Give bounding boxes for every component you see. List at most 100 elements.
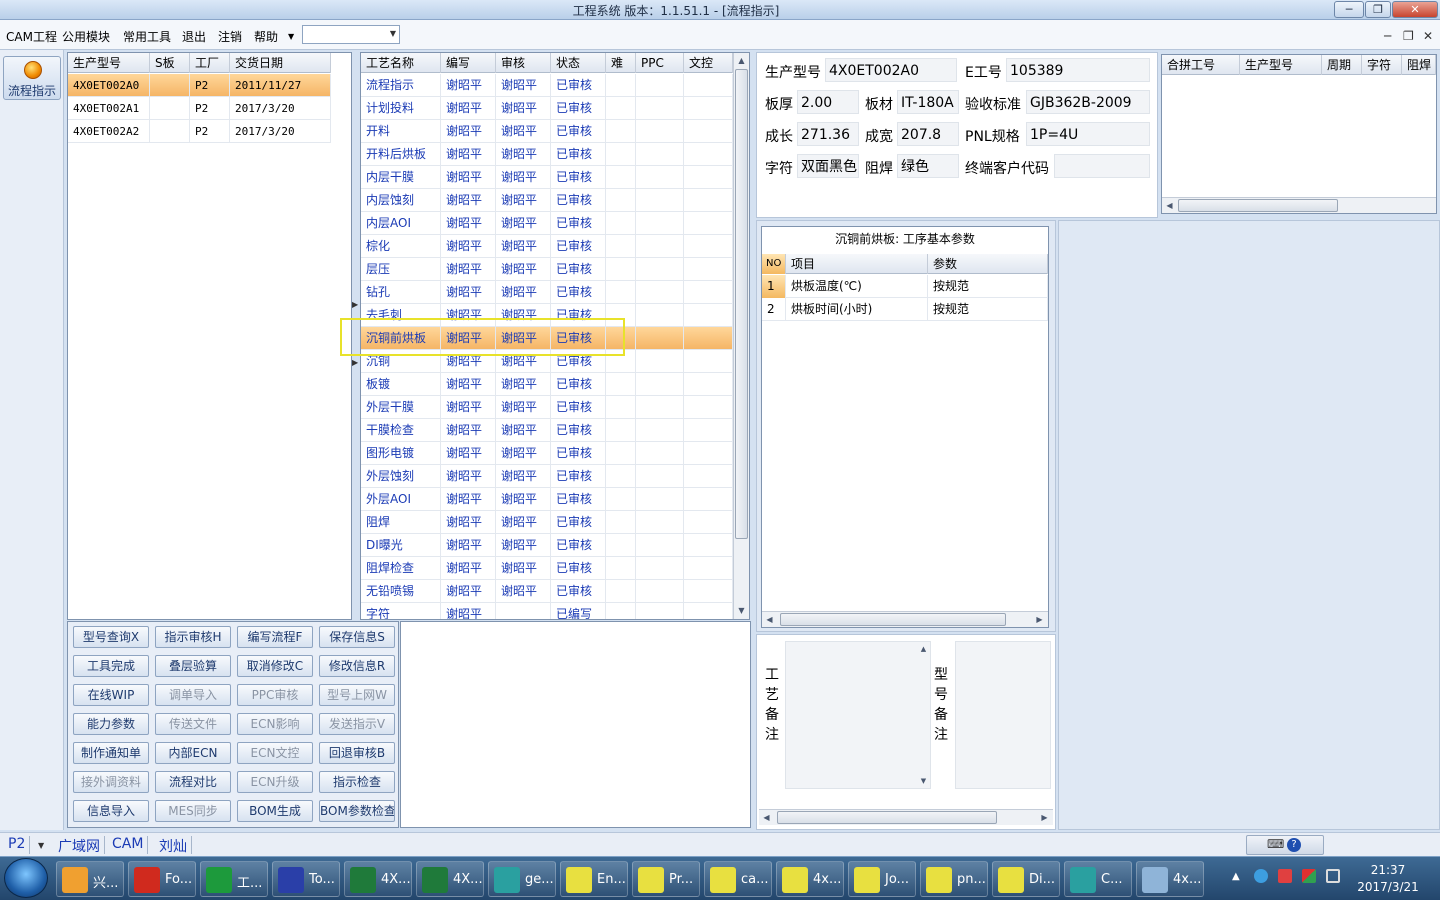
params-hscroll[interactable]: ◀ ▶ <box>762 611 1048 627</box>
scroll-right-icon[interactable]: ▶ <box>1037 810 1052 825</box>
table-row[interactable]: 2 烘板时间(小时) 按规范 <box>762 298 1048 321</box>
start-button[interactable] <box>4 858 48 898</box>
table-row[interactable]: 4X0ET002A2 P2 2017/3/20 <box>68 120 331 143</box>
table-row[interactable]: 4X0ET002A1 P2 2017/3/20 <box>68 97 331 120</box>
mdi-restore-icon[interactable]: ❐ <box>1403 29 1414 43</box>
field-material[interactable]: IT-180A <box>897 90 959 114</box>
action-button[interactable]: MES同步 <box>155 800 231 822</box>
col-ppc[interactable]: PPC <box>636 53 684 73</box>
scroll-left-icon[interactable]: ◀ <box>759 810 774 825</box>
col-merge-cycle[interactable]: 周期 <box>1322 55 1362 75</box>
keyboard-icon[interactable]: ⌨ <box>1267 837 1284 851</box>
chevron-down-icon[interactable]: ▼ <box>38 841 44 850</box>
action-button[interactable]: 保存信息S <box>319 626 395 648</box>
table-row[interactable]: 外层干膜 谢昭平 谢昭平 已审核 <box>361 396 733 419</box>
taskbar-button[interactable]: En... <box>560 861 628 897</box>
action-button[interactable]: PPC审核 <box>237 684 313 706</box>
scroll-right-icon[interactable]: ▶ <box>1032 612 1047 627</box>
process-note-field[interactable]: ▲ ▼ <box>785 641 931 789</box>
action-button[interactable]: 调单导入 <box>155 684 231 706</box>
table-row[interactable]: 棕化 谢昭平 谢昭平 已审核 <box>361 235 733 258</box>
scroll-left-icon[interactable]: ◀ <box>1162 198 1177 213</box>
action-button[interactable]: 型号上网W <box>319 684 395 706</box>
action-button[interactable]: 在线WIP <box>73 684 149 706</box>
scroll-down-icon[interactable]: ▼ <box>734 603 749 618</box>
clock[interactable]: 21:37 2017/3/21 <box>1352 862 1424 896</box>
action-button[interactable]: 工具完成 <box>73 655 149 677</box>
col-factory[interactable]: 工厂 <box>190 53 230 73</box>
action-button[interactable]: 流程对比 <box>155 771 231 793</box>
action-button[interactable]: ECN影响 <box>237 713 313 735</box>
field-product[interactable]: 4X0ET002A0 <box>825 58 957 82</box>
table-row[interactable]: 内层AOI 谢昭平 谢昭平 已审核 <box>361 212 733 235</box>
taskbar-button[interactable]: Fo... <box>128 861 196 897</box>
table-row[interactable]: 阻焊 谢昭平 谢昭平 已审核 <box>361 511 733 534</box>
table-row[interactable]: 内层干膜 谢昭平 谢昭平 已审核 <box>361 166 733 189</box>
monitor-tray-icon[interactable] <box>1326 869 1340 883</box>
table-row[interactable]: 外层AOI 谢昭平 谢昭平 已审核 <box>361 488 733 511</box>
close-button[interactable]: ✕ <box>1392 1 1438 18</box>
field-thickness[interactable]: 2.00 <box>797 90 859 114</box>
mdi-close-icon[interactable]: ✕ <box>1423 29 1433 43</box>
taskbar-button[interactable]: 4X... <box>416 861 484 897</box>
action-button[interactable]: 回退审核B <box>319 742 395 764</box>
action-button[interactable]: ECN升级 <box>237 771 313 793</box>
table-row[interactable]: 开料 谢昭平 谢昭平 已审核 <box>361 120 733 143</box>
action-button[interactable]: 传送文件 <box>155 713 231 735</box>
col-param[interactable]: 参数 <box>928 254 1048 274</box>
taskbar-button[interactable]: To... <box>272 861 340 897</box>
taskbar-button[interactable]: C... <box>1064 861 1132 897</box>
col-item[interactable]: 项目 <box>786 254 928 274</box>
table-row[interactable]: 无铅喷锡 谢昭平 谢昭平 已审核 <box>361 580 733 603</box>
col-merge-product[interactable]: 生产型号 <box>1240 55 1322 75</box>
merge-hscroll[interactable]: ◀ <box>1162 197 1436 213</box>
col-author[interactable]: 编写 <box>441 53 496 73</box>
table-row[interactable]: 流程指示 谢昭平 谢昭平 已审核 <box>361 74 733 97</box>
table-row[interactable]: 计划投料 谢昭平 谢昭平 已审核 <box>361 97 733 120</box>
scroll-thumb[interactable] <box>735 69 748 539</box>
action-button[interactable]: 指示检查 <box>319 771 395 793</box>
help-icon[interactable]: ? <box>1287 838 1301 852</box>
action-button[interactable]: 制作通知单 <box>73 742 149 764</box>
action-button[interactable]: BOM生成 <box>237 800 313 822</box>
taskbar-button[interactable]: pn... <box>920 861 988 897</box>
table-row[interactable]: 干膜检查 谢昭平 谢昭平 已审核 <box>361 419 733 442</box>
action-button[interactable]: 接外调资料 <box>73 771 149 793</box>
table-row[interactable]: 内层蚀刻 谢昭平 谢昭平 已审核 <box>361 189 733 212</box>
col-process-name[interactable]: 工艺名称 <box>361 53 441 73</box>
col-product[interactable]: 生产型号 <box>68 53 150 73</box>
table-row[interactable]: 层压 谢昭平 谢昭平 已审核 <box>361 258 733 281</box>
field-character[interactable]: 双面黑色 <box>797 154 859 178</box>
action-button[interactable]: 修改信息R <box>319 655 395 677</box>
col-merge-no[interactable]: 合拼工号 <box>1162 55 1240 75</box>
action-button[interactable]: BOM参数检查 <box>319 800 395 822</box>
taskbar-button[interactable]: ge... <box>488 861 556 897</box>
action-button[interactable]: 编写流程F <box>237 626 313 648</box>
table-row[interactable]: 开料后烘板 谢昭平 谢昭平 已审核 <box>361 143 733 166</box>
table-row[interactable]: 板镀 谢昭平 谢昭平 已审核 <box>361 373 733 396</box>
taskbar-button[interactable]: Pr... <box>632 861 700 897</box>
minimize-button[interactable]: ─ <box>1334 1 1364 18</box>
menu-common-modules[interactable]: 公用模块 <box>62 28 110 45</box>
maximize-button[interactable]: ❐ <box>1365 1 1391 18</box>
scroll-left-icon[interactable]: ◀ <box>762 612 777 627</box>
table-row[interactable]: 外层蚀刻 谢昭平 谢昭平 已审核 <box>361 465 733 488</box>
scroll-thumb[interactable] <box>780 613 1006 626</box>
scroll-up-icon[interactable]: ▲ <box>734 53 749 68</box>
action-button[interactable]: ECN文控 <box>237 742 313 764</box>
table-row[interactable]: 1 烘板温度(℃) 按规范 <box>762 275 1048 298</box>
col-no[interactable]: NO <box>762 254 786 274</box>
splitter-arrow-icon[interactable]: ▶ <box>352 358 358 367</box>
field-width[interactable]: 207.8 <box>897 122 959 146</box>
model-note-field[interactable] <box>955 641 1051 789</box>
col-difficulty[interactable]: 难 <box>606 53 636 73</box>
status-tab-cam[interactable]: CAM <box>108 836 149 854</box>
action-button[interactable]: 指示审核H <box>155 626 231 648</box>
col-delivery-date[interactable]: 交货日期 <box>230 53 331 73</box>
col-s-board[interactable]: S板 <box>150 53 190 73</box>
taskbar-button[interactable]: ca... <box>704 861 772 897</box>
scroll-thumb[interactable] <box>777 811 997 824</box>
action-button[interactable]: 型号查询X <box>73 626 149 648</box>
field-eno[interactable]: 105389 <box>1006 58 1150 82</box>
table-row[interactable]: 图形电镀 谢昭平 谢昭平 已审核 <box>361 442 733 465</box>
